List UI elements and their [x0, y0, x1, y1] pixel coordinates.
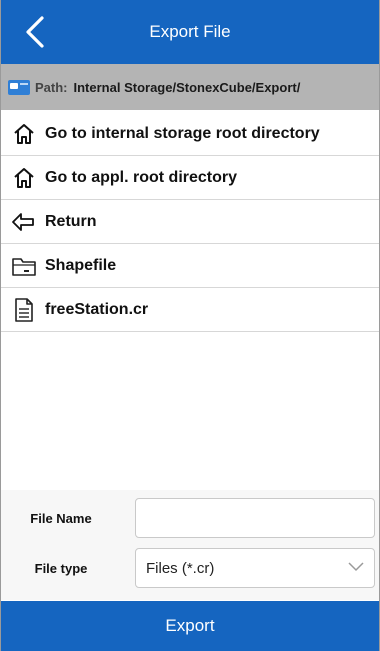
list-item-shapefile-folder[interactable]: Shapefile: [1, 244, 379, 288]
list-item-internal-root[interactable]: Go to internal storage root directory: [1, 112, 379, 156]
list-item-label: Go to appl. root directory: [45, 168, 238, 186]
list-item-label: freeStation.cr: [45, 300, 149, 318]
file-type-select[interactable]: Files (*.cr): [135, 548, 375, 588]
header-bar: Export File: [1, 0, 379, 64]
list-item-appl-root[interactable]: Go to appl. root directory: [1, 156, 379, 200]
list-item-return[interactable]: Return: [1, 200, 379, 244]
home-icon: [11, 121, 37, 147]
file-type-row: File type Files (*.cr): [1, 548, 379, 588]
chevron-down-icon: [348, 562, 364, 572]
back-button[interactable]: [15, 12, 55, 52]
list-item-freestation-file[interactable]: freeStation.cr: [1, 288, 379, 332]
page-title: Export File: [149, 22, 231, 41]
path-prefix: Path:: [35, 79, 68, 95]
export-form: File Name File type Files (*.cr): [1, 490, 379, 600]
export-file-screen: Export File Path: Internal Storage/Stone…: [0, 0, 380, 651]
file-type-value: Files (*.cr): [146, 559, 215, 577]
list-item-label: Go to internal storage root directory: [45, 124, 320, 142]
home-icon: [11, 165, 37, 191]
path-bar: Path: Internal Storage/StonexCube/Export…: [1, 64, 379, 110]
file-name-row: File Name: [1, 498, 379, 538]
export-button[interactable]: Export: [1, 601, 379, 651]
file-list: Go to internal storage root directory Go…: [1, 112, 379, 332]
file-name-input[interactable]: [135, 498, 375, 538]
file-name-label: File Name: [30, 510, 92, 526]
chevron-left-icon: [26, 16, 44, 48]
folder-icon: [11, 253, 37, 279]
list-item-label: Return: [45, 212, 97, 230]
file-type-label: File type: [34, 560, 88, 576]
list-item-label: Shapefile: [45, 256, 117, 274]
path-value: Internal Storage/StonexCube/Export/: [73, 79, 301, 95]
document-icon: [11, 297, 37, 323]
return-arrow-icon: [11, 209, 37, 235]
folder-card-icon: [8, 80, 30, 95]
export-button-label: Export: [165, 616, 215, 635]
